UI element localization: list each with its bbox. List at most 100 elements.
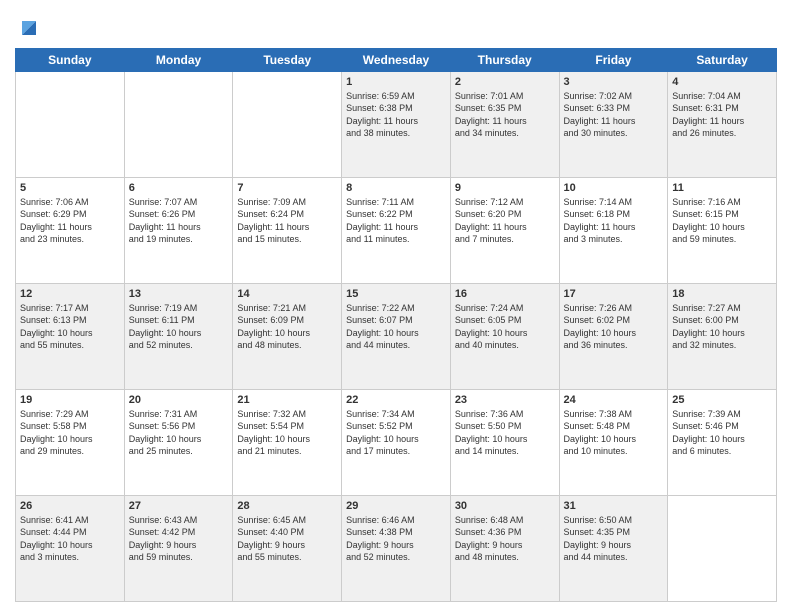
weekday-header-row: SundayMondayTuesdayWednesdayThursdayFrid… bbox=[16, 49, 777, 72]
day-number: 30 bbox=[455, 499, 555, 513]
day-info: Sunrise: 7:16 AM Sunset: 6:15 PM Dayligh… bbox=[672, 196, 772, 245]
day-info: Sunrise: 6:43 AM Sunset: 4:42 PM Dayligh… bbox=[129, 514, 229, 563]
calendar-cell: 23Sunrise: 7:36 AM Sunset: 5:50 PM Dayli… bbox=[450, 390, 559, 496]
calendar-cell: 13Sunrise: 7:19 AM Sunset: 6:11 PM Dayli… bbox=[124, 284, 233, 390]
day-number: 21 bbox=[237, 393, 337, 407]
day-info: Sunrise: 7:17 AM Sunset: 6:13 PM Dayligh… bbox=[20, 302, 120, 351]
day-info: Sunrise: 6:41 AM Sunset: 4:44 PM Dayligh… bbox=[20, 514, 120, 563]
week-row-2: 5Sunrise: 7:06 AM Sunset: 6:29 PM Daylig… bbox=[16, 178, 777, 284]
calendar-cell: 17Sunrise: 7:26 AM Sunset: 6:02 PM Dayli… bbox=[559, 284, 668, 390]
day-number: 15 bbox=[346, 287, 446, 301]
weekday-saturday: Saturday bbox=[668, 49, 777, 72]
day-info: Sunrise: 7:39 AM Sunset: 5:46 PM Dayligh… bbox=[672, 408, 772, 457]
day-info: Sunrise: 7:07 AM Sunset: 6:26 PM Dayligh… bbox=[129, 196, 229, 245]
day-number: 23 bbox=[455, 393, 555, 407]
day-number: 6 bbox=[129, 181, 229, 195]
calendar-cell: 18Sunrise: 7:27 AM Sunset: 6:00 PM Dayli… bbox=[668, 284, 777, 390]
day-number: 13 bbox=[129, 287, 229, 301]
day-info: Sunrise: 7:31 AM Sunset: 5:56 PM Dayligh… bbox=[129, 408, 229, 457]
day-info: Sunrise: 7:04 AM Sunset: 6:31 PM Dayligh… bbox=[672, 90, 772, 139]
day-info: Sunrise: 7:22 AM Sunset: 6:07 PM Dayligh… bbox=[346, 302, 446, 351]
day-info: Sunrise: 7:36 AM Sunset: 5:50 PM Dayligh… bbox=[455, 408, 555, 457]
calendar-cell: 14Sunrise: 7:21 AM Sunset: 6:09 PM Dayli… bbox=[233, 284, 342, 390]
day-number: 11 bbox=[672, 181, 772, 195]
calendar-cell bbox=[16, 72, 125, 178]
calendar-cell bbox=[233, 72, 342, 178]
calendar-cell: 5Sunrise: 7:06 AM Sunset: 6:29 PM Daylig… bbox=[16, 178, 125, 284]
day-number: 2 bbox=[455, 75, 555, 89]
calendar-table: SundayMondayTuesdayWednesdayThursdayFrid… bbox=[15, 48, 777, 602]
week-row-1: 1Sunrise: 6:59 AM Sunset: 6:38 PM Daylig… bbox=[16, 72, 777, 178]
day-number: 9 bbox=[455, 181, 555, 195]
day-info: Sunrise: 7:01 AM Sunset: 6:35 PM Dayligh… bbox=[455, 90, 555, 139]
day-info: Sunrise: 7:12 AM Sunset: 6:20 PM Dayligh… bbox=[455, 196, 555, 245]
calendar-cell: 16Sunrise: 7:24 AM Sunset: 6:05 PM Dayli… bbox=[450, 284, 559, 390]
logo bbox=[15, 14, 45, 42]
calendar-cell: 31Sunrise: 6:50 AM Sunset: 4:35 PM Dayli… bbox=[559, 496, 668, 602]
day-info: Sunrise: 7:02 AM Sunset: 6:33 PM Dayligh… bbox=[564, 90, 664, 139]
day-number: 22 bbox=[346, 393, 446, 407]
day-number: 8 bbox=[346, 181, 446, 195]
day-info: Sunrise: 7:26 AM Sunset: 6:02 PM Dayligh… bbox=[564, 302, 664, 351]
day-number: 31 bbox=[564, 499, 664, 513]
day-number: 26 bbox=[20, 499, 120, 513]
day-info: Sunrise: 6:45 AM Sunset: 4:40 PM Dayligh… bbox=[237, 514, 337, 563]
day-info: Sunrise: 6:50 AM Sunset: 4:35 PM Dayligh… bbox=[564, 514, 664, 563]
logo-icon bbox=[15, 14, 43, 42]
header bbox=[15, 10, 777, 42]
week-row-3: 12Sunrise: 7:17 AM Sunset: 6:13 PM Dayli… bbox=[16, 284, 777, 390]
day-info: Sunrise: 7:21 AM Sunset: 6:09 PM Dayligh… bbox=[237, 302, 337, 351]
weekday-friday: Friday bbox=[559, 49, 668, 72]
calendar-cell: 29Sunrise: 6:46 AM Sunset: 4:38 PM Dayli… bbox=[342, 496, 451, 602]
calendar-cell: 21Sunrise: 7:32 AM Sunset: 5:54 PM Dayli… bbox=[233, 390, 342, 496]
day-info: Sunrise: 7:09 AM Sunset: 6:24 PM Dayligh… bbox=[237, 196, 337, 245]
week-row-5: 26Sunrise: 6:41 AM Sunset: 4:44 PM Dayli… bbox=[16, 496, 777, 602]
week-row-4: 19Sunrise: 7:29 AM Sunset: 5:58 PM Dayli… bbox=[16, 390, 777, 496]
day-number: 3 bbox=[564, 75, 664, 89]
calendar-cell: 25Sunrise: 7:39 AM Sunset: 5:46 PM Dayli… bbox=[668, 390, 777, 496]
day-info: Sunrise: 7:29 AM Sunset: 5:58 PM Dayligh… bbox=[20, 408, 120, 457]
calendar-cell: 7Sunrise: 7:09 AM Sunset: 6:24 PM Daylig… bbox=[233, 178, 342, 284]
page: SundayMondayTuesdayWednesdayThursdayFrid… bbox=[0, 0, 792, 612]
calendar-cell: 11Sunrise: 7:16 AM Sunset: 6:15 PM Dayli… bbox=[668, 178, 777, 284]
calendar-cell: 22Sunrise: 7:34 AM Sunset: 5:52 PM Dayli… bbox=[342, 390, 451, 496]
day-info: Sunrise: 7:32 AM Sunset: 5:54 PM Dayligh… bbox=[237, 408, 337, 457]
day-number: 25 bbox=[672, 393, 772, 407]
day-info: Sunrise: 6:46 AM Sunset: 4:38 PM Dayligh… bbox=[346, 514, 446, 563]
day-info: Sunrise: 7:27 AM Sunset: 6:00 PM Dayligh… bbox=[672, 302, 772, 351]
day-number: 5 bbox=[20, 181, 120, 195]
weekday-wednesday: Wednesday bbox=[342, 49, 451, 72]
day-number: 28 bbox=[237, 499, 337, 513]
calendar-cell: 27Sunrise: 6:43 AM Sunset: 4:42 PM Dayli… bbox=[124, 496, 233, 602]
day-number: 19 bbox=[20, 393, 120, 407]
day-number: 7 bbox=[237, 181, 337, 195]
weekday-monday: Monday bbox=[124, 49, 233, 72]
day-number: 17 bbox=[564, 287, 664, 301]
calendar-cell: 26Sunrise: 6:41 AM Sunset: 4:44 PM Dayli… bbox=[16, 496, 125, 602]
day-info: Sunrise: 6:48 AM Sunset: 4:36 PM Dayligh… bbox=[455, 514, 555, 563]
calendar-cell: 30Sunrise: 6:48 AM Sunset: 4:36 PM Dayli… bbox=[450, 496, 559, 602]
day-info: Sunrise: 6:59 AM Sunset: 6:38 PM Dayligh… bbox=[346, 90, 446, 139]
weekday-tuesday: Tuesday bbox=[233, 49, 342, 72]
day-number: 29 bbox=[346, 499, 446, 513]
day-number: 12 bbox=[20, 287, 120, 301]
calendar-cell: 12Sunrise: 7:17 AM Sunset: 6:13 PM Dayli… bbox=[16, 284, 125, 390]
weekday-sunday: Sunday bbox=[16, 49, 125, 72]
weekday-thursday: Thursday bbox=[450, 49, 559, 72]
day-info: Sunrise: 7:14 AM Sunset: 6:18 PM Dayligh… bbox=[564, 196, 664, 245]
calendar-cell: 4Sunrise: 7:04 AM Sunset: 6:31 PM Daylig… bbox=[668, 72, 777, 178]
calendar-cell: 1Sunrise: 6:59 AM Sunset: 6:38 PM Daylig… bbox=[342, 72, 451, 178]
calendar-cell: 3Sunrise: 7:02 AM Sunset: 6:33 PM Daylig… bbox=[559, 72, 668, 178]
calendar-cell: 28Sunrise: 6:45 AM Sunset: 4:40 PM Dayli… bbox=[233, 496, 342, 602]
calendar-cell: 20Sunrise: 7:31 AM Sunset: 5:56 PM Dayli… bbox=[124, 390, 233, 496]
calendar-cell: 19Sunrise: 7:29 AM Sunset: 5:58 PM Dayli… bbox=[16, 390, 125, 496]
calendar-cell: 24Sunrise: 7:38 AM Sunset: 5:48 PM Dayli… bbox=[559, 390, 668, 496]
day-info: Sunrise: 7:38 AM Sunset: 5:48 PM Dayligh… bbox=[564, 408, 664, 457]
day-number: 4 bbox=[672, 75, 772, 89]
day-number: 14 bbox=[237, 287, 337, 301]
day-number: 1 bbox=[346, 75, 446, 89]
calendar-cell: 8Sunrise: 7:11 AM Sunset: 6:22 PM Daylig… bbox=[342, 178, 451, 284]
calendar-cell: 15Sunrise: 7:22 AM Sunset: 6:07 PM Dayli… bbox=[342, 284, 451, 390]
day-number: 16 bbox=[455, 287, 555, 301]
calendar-cell: 6Sunrise: 7:07 AM Sunset: 6:26 PM Daylig… bbox=[124, 178, 233, 284]
